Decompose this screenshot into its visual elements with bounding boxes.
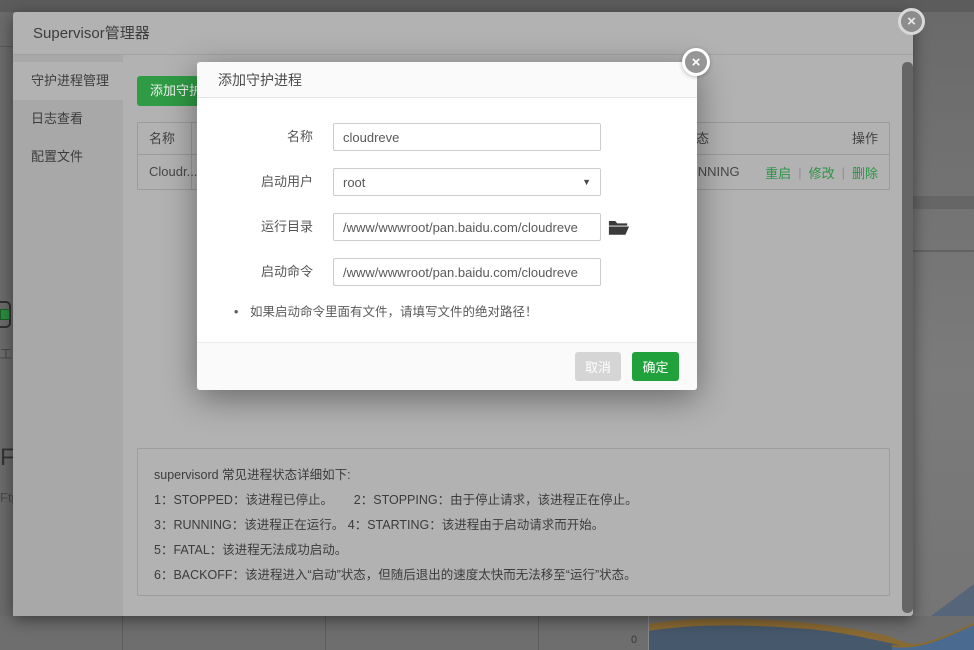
start-user-select[interactable]: root ▼ (333, 168, 601, 196)
modal-close-icon[interactable]: × (682, 48, 710, 76)
name-label: 名称 (197, 123, 313, 151)
sidebar-item-config-file[interactable]: 配置文件 (13, 138, 123, 176)
bullet-icon: • (234, 302, 238, 322)
add-daemon-modal: 添加守护进程 名称 启动用户 root ▼ 运行目录 启动命令 (197, 62, 697, 390)
form-row-name: 名称 (197, 123, 697, 151)
plugin-icon (0, 297, 13, 335)
background-divider (0, 46, 13, 47)
cancel-button[interactable]: 取消 (575, 352, 621, 381)
start-cmd-input[interactable] (333, 258, 601, 286)
action-separator: | (798, 165, 801, 180)
modal-title: 添加守护进程 (218, 62, 302, 98)
info-line: 1：STOPPED：该进程已停止。 2：STOPPING：由于停止请求，该进程正… (154, 488, 873, 513)
window-titlebar: Supervisor管理器 (13, 12, 913, 55)
form-row-user: 启动用户 root ▼ (197, 168, 697, 196)
modal-note-text: 如果启动命令里面有文件，请填写文件的绝对路径！ (250, 302, 538, 322)
overlay-top-strip (0, 0, 974, 12)
background-partial-text: 工... (0, 345, 14, 361)
sidebar: 守护进程管理 日志查看 配置文件 (13, 55, 123, 616)
modal-header: 添加守护进程 (197, 62, 697, 98)
table-column-divider (191, 123, 192, 154)
column-header-actions: 操作 (852, 123, 878, 155)
daemon-name-cell: Cloudr... (149, 155, 197, 189)
info-line: supervisord 常见进程状态详细如下: (154, 463, 873, 488)
overlay-right-strip (913, 12, 974, 616)
info-line: 3：RUNNING：该进程正在运行。 4：STARTING：该进程由于启动请求而… (154, 513, 873, 538)
chevron-down-icon: ▼ (582, 177, 591, 187)
column-header-name: 名称 (149, 123, 175, 155)
window-title: Supervisor管理器 (33, 12, 150, 55)
window-scrollbar-thumb[interactable] (902, 62, 913, 613)
chart-axis-zero-label: 0 (631, 634, 637, 646)
name-input[interactable] (333, 123, 601, 151)
sidebar-item-log-view[interactable]: 日志查看 (13, 100, 123, 138)
info-line: 6：BACKOFF：该进程进入“启动”状态，但随后退出的速度太快而无法移至“运行… (154, 563, 873, 588)
status-info-box: supervisord 常见进程状态详细如下: 1：STOPPED：该进程已停止… (137, 448, 890, 596)
info-line: 5：FATAL：该进程无法成功启动。 (154, 538, 873, 563)
start-cmd-label: 启动命令 (197, 258, 313, 286)
window-close-icon[interactable]: × (898, 8, 925, 35)
background-grid-line (122, 616, 123, 650)
plugin-icon-green-chip (0, 309, 10, 320)
start-user-selected-value: root (343, 175, 365, 190)
restart-link[interactable]: 重启 (765, 163, 791, 182)
run-dir-label: 运行目录 (197, 213, 313, 241)
action-separator: | (842, 165, 845, 180)
sidebar-item-daemon-management[interactable]: 守护进程管理 (13, 62, 123, 100)
form-row-run-dir: 运行目录 (197, 213, 697, 241)
modal-footer: 取消 确定 (197, 342, 697, 390)
background-band (913, 250, 974, 252)
modify-link[interactable]: 修改 (809, 163, 835, 182)
form-row-start-cmd: 启动命令 (197, 258, 697, 286)
background-grid-line (325, 616, 326, 650)
run-dir-input[interactable] (333, 213, 601, 241)
background-band (913, 196, 974, 209)
folder-browse-icon[interactable] (608, 218, 630, 236)
background-chart-wedge (913, 578, 974, 616)
delete-link[interactable]: 删除 (852, 163, 878, 182)
background-grid-line (538, 616, 539, 650)
confirm-button[interactable]: 确定 (632, 352, 679, 381)
screen: 工... FT Ftp 0 Supervisor管理器 守护进程管理 日志查看 … (0, 0, 974, 650)
background-area-chart (648, 616, 974, 650)
start-user-label: 启动用户 (197, 168, 313, 196)
modal-note: • 如果启动命令里面有文件，请填写文件的绝对路径！ (197, 302, 697, 322)
row-actions: 重启 | 修改 | 删除 (765, 155, 878, 189)
